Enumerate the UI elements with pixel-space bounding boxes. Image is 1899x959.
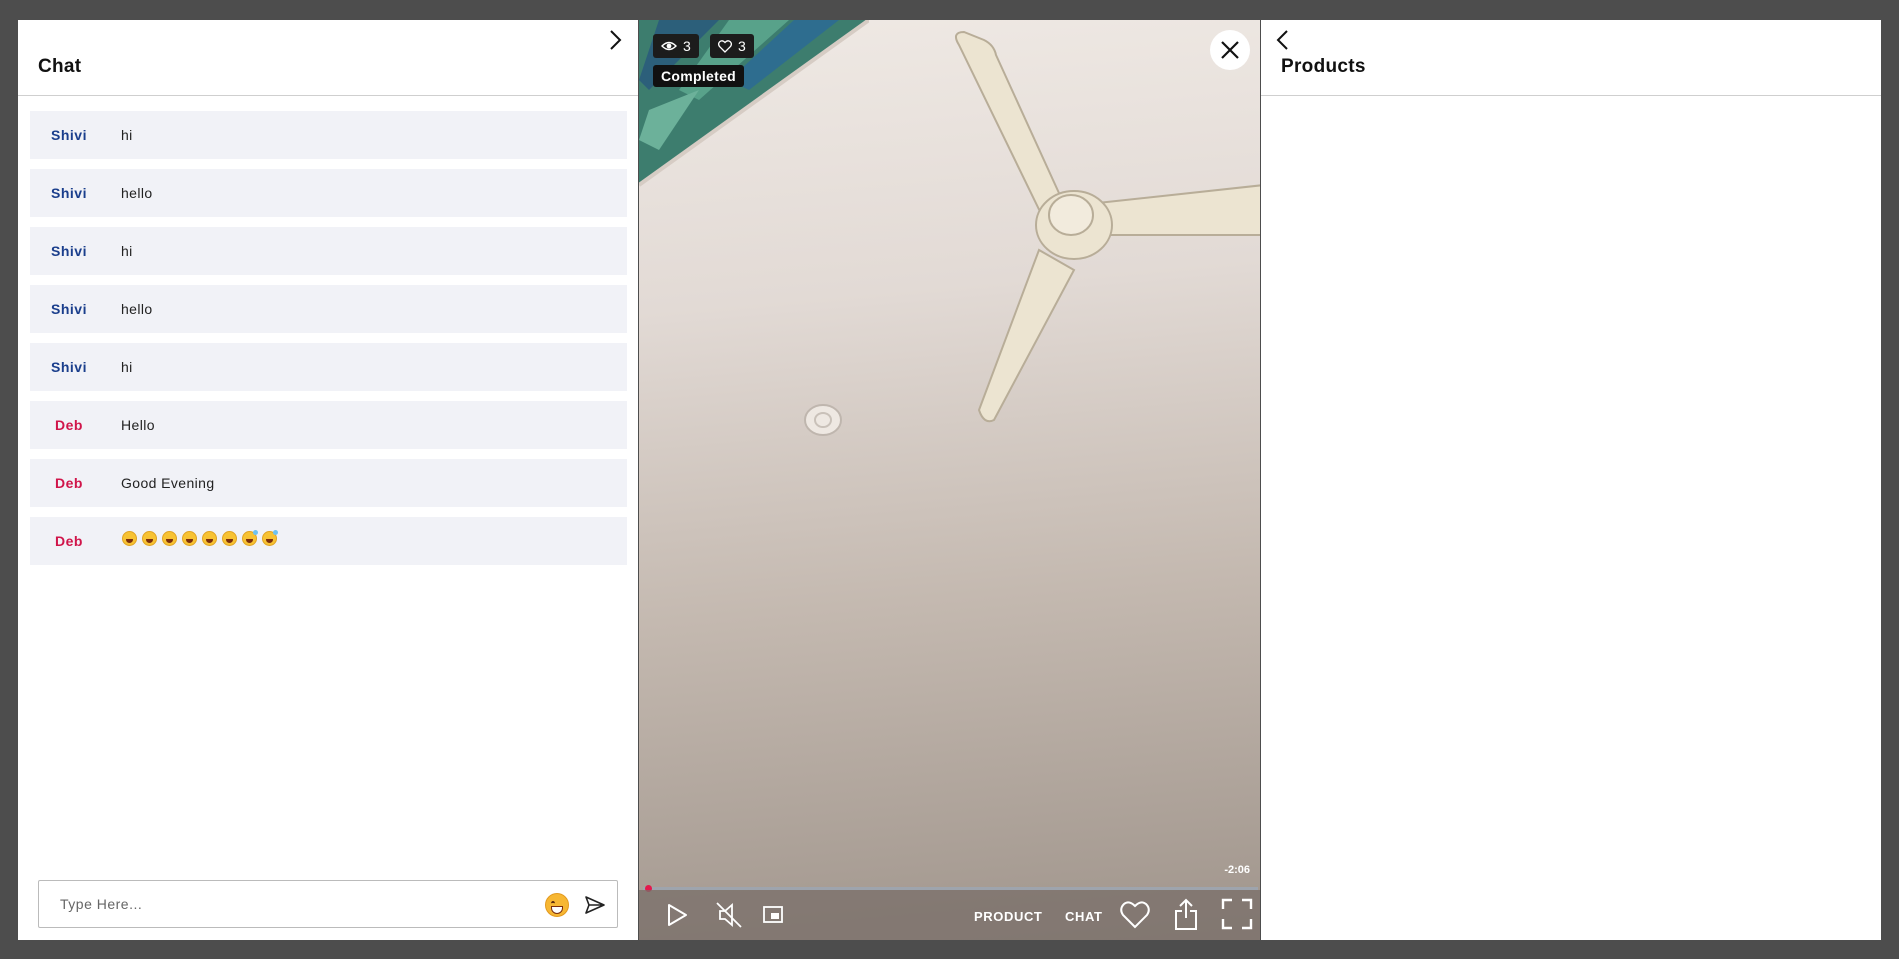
view-count-badge: 3	[653, 34, 699, 58]
grinning-emoji-icon	[122, 531, 137, 546]
chat-title: Chat	[38, 56, 82, 77]
message-text: hello	[121, 185, 153, 201]
sweat-smile-emoji-icon	[242, 530, 258, 546]
products-title: Products	[1281, 56, 1366, 77]
chat-header: Chat	[18, 20, 638, 96]
message-username: Shivi	[51, 185, 87, 201]
message-username: Shivi	[51, 243, 87, 259]
message-username: Shivi	[51, 359, 87, 375]
message-username: Deb	[55, 533, 83, 549]
chat-message: Deb Hello	[30, 401, 627, 449]
smiley-emoji-icon	[182, 531, 197, 546]
chat-message: Deb	[30, 517, 627, 565]
message-text: Hello	[121, 417, 155, 433]
mute-icon[interactable]	[714, 901, 744, 934]
send-icon[interactable]	[584, 894, 606, 916]
product-button[interactable]: PRODUCT	[974, 909, 1042, 924]
view-count: 3	[683, 38, 691, 54]
like-heart-icon[interactable]	[1119, 900, 1151, 935]
chat-message: Shivi hi	[30, 227, 627, 275]
time-remaining: -2:06	[1224, 864, 1250, 876]
message-text: hello	[121, 301, 153, 317]
smiley-emoji-icon	[162, 531, 177, 546]
video-controls-bar: PRODUCT CHAT	[639, 890, 1260, 940]
message-text: Good Evening	[121, 475, 215, 491]
chat-message: Deb Good Evening	[30, 459, 627, 507]
chevron-right-icon[interactable]	[603, 28, 627, 52]
like-count: 3	[738, 38, 746, 54]
message-text: hi	[121, 243, 133, 259]
grin-emoji-icon	[222, 531, 237, 546]
play-icon[interactable]	[665, 902, 689, 933]
fullscreen-icon[interactable]	[1221, 898, 1253, 935]
close-icon[interactable]	[1210, 30, 1250, 70]
chat-panel: Chat Shivi hi Shivi hello Shivi hi Shivi hello S…	[18, 20, 638, 940]
status-badge: Completed	[653, 65, 745, 87]
products-header: Products	[1261, 20, 1881, 96]
message-username: Shivi	[51, 127, 87, 143]
chat-input-box	[38, 880, 618, 928]
chevron-left-icon[interactable]	[1272, 28, 1296, 52]
eye-icon	[661, 40, 677, 52]
sweat-smile-emoji-icon	[262, 530, 278, 546]
share-icon[interactable]	[1174, 897, 1198, 936]
chat-message-list: Shivi hi Shivi hello Shivi hi Shivi hello Shivi h…	[30, 111, 627, 575]
chat-message: Shivi hi	[30, 111, 627, 159]
chat-message: Shivi hi	[30, 343, 627, 391]
message-text: hi	[121, 127, 133, 143]
grinning-emoji-icon	[142, 531, 157, 546]
message-emojis	[122, 530, 278, 546]
picture-in-picture-icon[interactable]	[763, 906, 783, 928]
message-text: hi	[121, 359, 133, 375]
chat-message: Shivi hello	[30, 285, 627, 333]
message-username: Deb	[55, 475, 83, 491]
emoji-icon[interactable]	[545, 893, 569, 917]
video-player[interactable]: 3 3 Completed -2:06 PRODUCT CHAT	[639, 20, 1260, 940]
products-panel: Products	[1261, 20, 1881, 940]
chat-message: Shivi hello	[30, 169, 627, 217]
ceiling-fan-image	[804, 30, 1260, 436]
like-count-badge: 3	[710, 34, 754, 58]
message-username: Shivi	[51, 301, 87, 317]
heart-icon	[718, 39, 732, 53]
message-username: Deb	[55, 417, 83, 433]
chat-button[interactable]: CHAT	[1065, 909, 1103, 924]
grin-emoji-icon	[202, 531, 217, 546]
chat-message-input[interactable]	[40, 882, 510, 926]
